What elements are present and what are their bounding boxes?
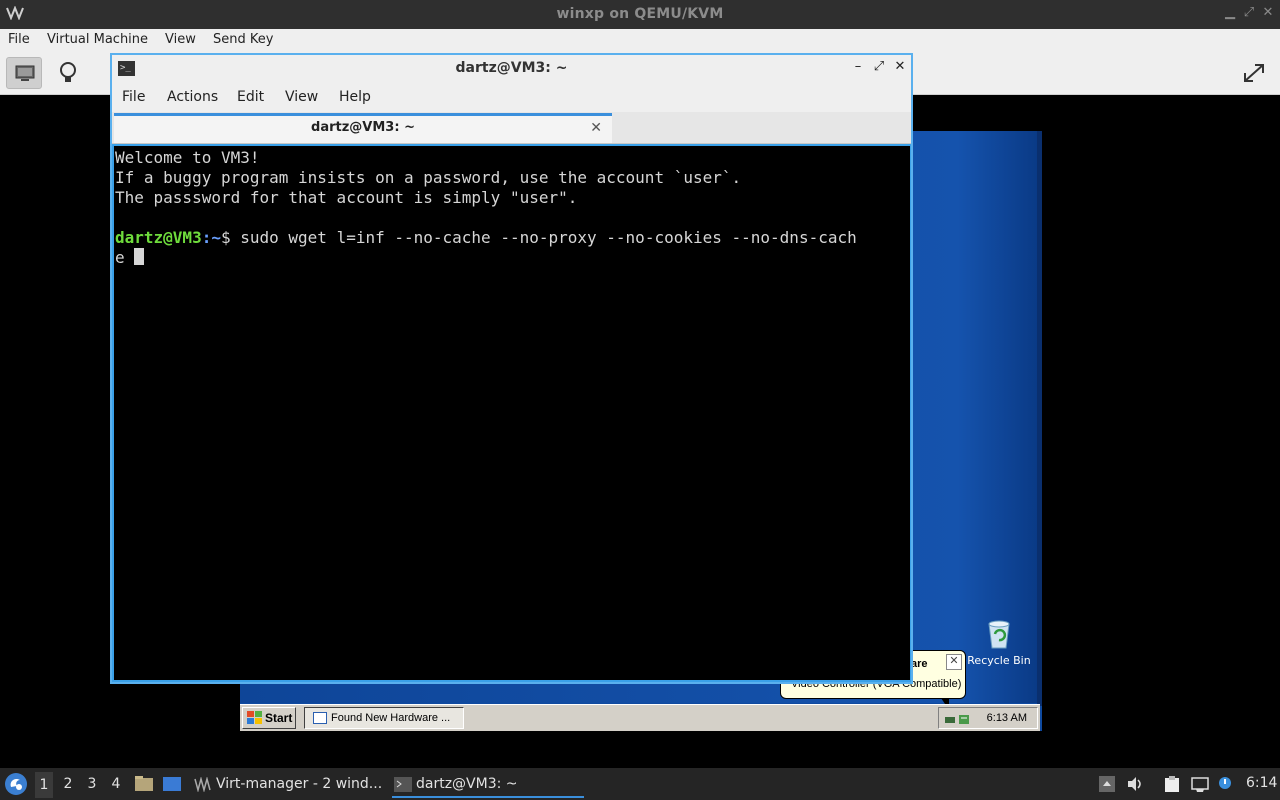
menu-virtual-machine[interactable]: Virtual Machine [47, 32, 148, 47]
terminal-menubar: File Actions Edit View Help [112, 82, 911, 112]
workspace-4[interactable]: 4 [107, 776, 125, 792]
start-button[interactable]: Start [242, 707, 296, 729]
clipboard-icon[interactable] [1163, 775, 1181, 793]
terminal-window: >_ dartz@VM3: ~ – ⤢ ✕ File Actions Edit … [110, 53, 913, 684]
start-label: Start [265, 711, 293, 725]
outer-menubar: File Virtual Machine View Send Key [0, 29, 1280, 52]
workspace-3[interactable]: 3 [83, 776, 101, 792]
hardware-tray-icon [945, 715, 969, 724]
terminal-output[interactable]: Welcome to VM3! If a buggy program insis… [114, 146, 910, 680]
guest-taskbar-item-label: Found New Hardware ... [331, 712, 451, 724]
guest-taskbar: Start Found New Hardware ... 6:13 AM [240, 704, 1040, 731]
recycle-bin-label: Recycle Bin [967, 654, 1031, 667]
terminal-line: The passsword for that account is simply… [115, 188, 578, 207]
terminal-line: Welcome to VM3! [115, 148, 260, 167]
windows-flag-icon [247, 711, 262, 724]
terminal-menu-help[interactable]: Help [339, 89, 371, 105]
monitor-icon [15, 65, 35, 81]
lightbulb-icon [60, 62, 76, 82]
desktop-icon[interactable] [162, 775, 182, 793]
virt-manager-icon [194, 777, 211, 792]
recycle-bin-icon [984, 618, 1014, 650]
balloon-close-button[interactable]: ✕ [946, 654, 962, 670]
host-task-terminal[interactable]: dartz@VM3: ~ [392, 771, 584, 798]
fullscreen-button[interactable] [1237, 57, 1273, 89]
file-manager-icon[interactable] [134, 775, 154, 793]
terminal-icon [394, 777, 412, 792]
guest-taskbar-item[interactable]: Found New Hardware ... [304, 707, 464, 729]
details-view-button[interactable] [50, 57, 86, 89]
notification-icon[interactable] [1216, 775, 1234, 793]
terminal-close-icon[interactable]: ✕ [892, 59, 908, 77]
terminal-titlebar[interactable]: >_ dartz@VM3: ~ – ⤢ ✕ [112, 55, 911, 82]
menu-view[interactable]: View [165, 32, 196, 47]
host-task-label: Virt-manager - 2 wind... [216, 776, 383, 792]
network-icon[interactable] [1191, 775, 1209, 793]
outer-window-title: winxp on QEMU/KVM [556, 6, 724, 22]
fullscreen-icon [1244, 64, 1264, 82]
host-panel: 1 2 3 4 Virt-manager - 2 wind... dartz@V… [0, 768, 1280, 800]
terminal-menu-edit[interactable]: Edit [237, 89, 264, 105]
prompt-path: :~ [201, 228, 221, 247]
terminal-maximize-icon[interactable]: ⤢ [871, 59, 887, 77]
balloon-title: are [911, 658, 928, 670]
prompt-user: dartz@VM3 [115, 228, 202, 247]
terminal-minimize-icon[interactable]: – [850, 59, 866, 77]
minimize-icon[interactable]: ▁ [1222, 5, 1238, 21]
menu-file[interactable]: File [8, 32, 30, 47]
terminal-menu-file[interactable]: File [122, 89, 145, 105]
guest-desktop-edge [1037, 131, 1042, 706]
volume-icon[interactable] [1126, 775, 1144, 793]
maximize-icon[interactable]: ⤢ [1241, 5, 1257, 21]
terminal-tab-label: dartz@VM3: ~ [311, 120, 415, 135]
eject-icon[interactable] [1098, 775, 1116, 793]
workspace-2[interactable]: 2 [59, 776, 77, 792]
terminal-tab[interactable]: dartz@VM3: ~ ✕ [114, 113, 612, 143]
outer-titlebar: winxp on QEMU/KVM ▁ ⤢ ✕ [0, 0, 1280, 29]
menu-send-key[interactable]: Send Key [213, 32, 273, 47]
console-view-button[interactable] [6, 57, 42, 89]
host-task-label: dartz@VM3: ~ [416, 776, 518, 792]
tab-close-icon[interactable]: ✕ [590, 116, 602, 140]
terminal-menu-view[interactable]: View [285, 89, 318, 105]
terminal-menu-actions[interactable]: Actions [167, 89, 218, 105]
workspace-1[interactable]: 1 [35, 772, 53, 798]
app-menu-icon[interactable] [5, 773, 27, 795]
guest-clock: 6:13 AM [986, 712, 1027, 724]
terminal-tabbar: dartz@VM3: ~ ✕ [112, 112, 911, 144]
window-icon [313, 712, 327, 724]
command-text: sudo wget l=inf --no-cache --no-proxy --… [240, 228, 857, 247]
terminal-title: dartz@VM3: ~ [455, 60, 568, 76]
host-clock: 6:14 [1246, 775, 1278, 791]
text-cursor [134, 248, 145, 265]
guest-system-tray: 6:13 AM [938, 707, 1038, 729]
recycle-bin[interactable]: Recycle Bin [966, 618, 1032, 667]
command-text-wrap: e [115, 248, 135, 267]
host-task-virt-manager[interactable]: Virt-manager - 2 wind... [192, 771, 384, 798]
terminal-line: If a buggy program insists on a password… [115, 168, 742, 187]
close-icon[interactable]: ✕ [1260, 5, 1276, 21]
prompt-symbol: $ [220, 228, 241, 247]
